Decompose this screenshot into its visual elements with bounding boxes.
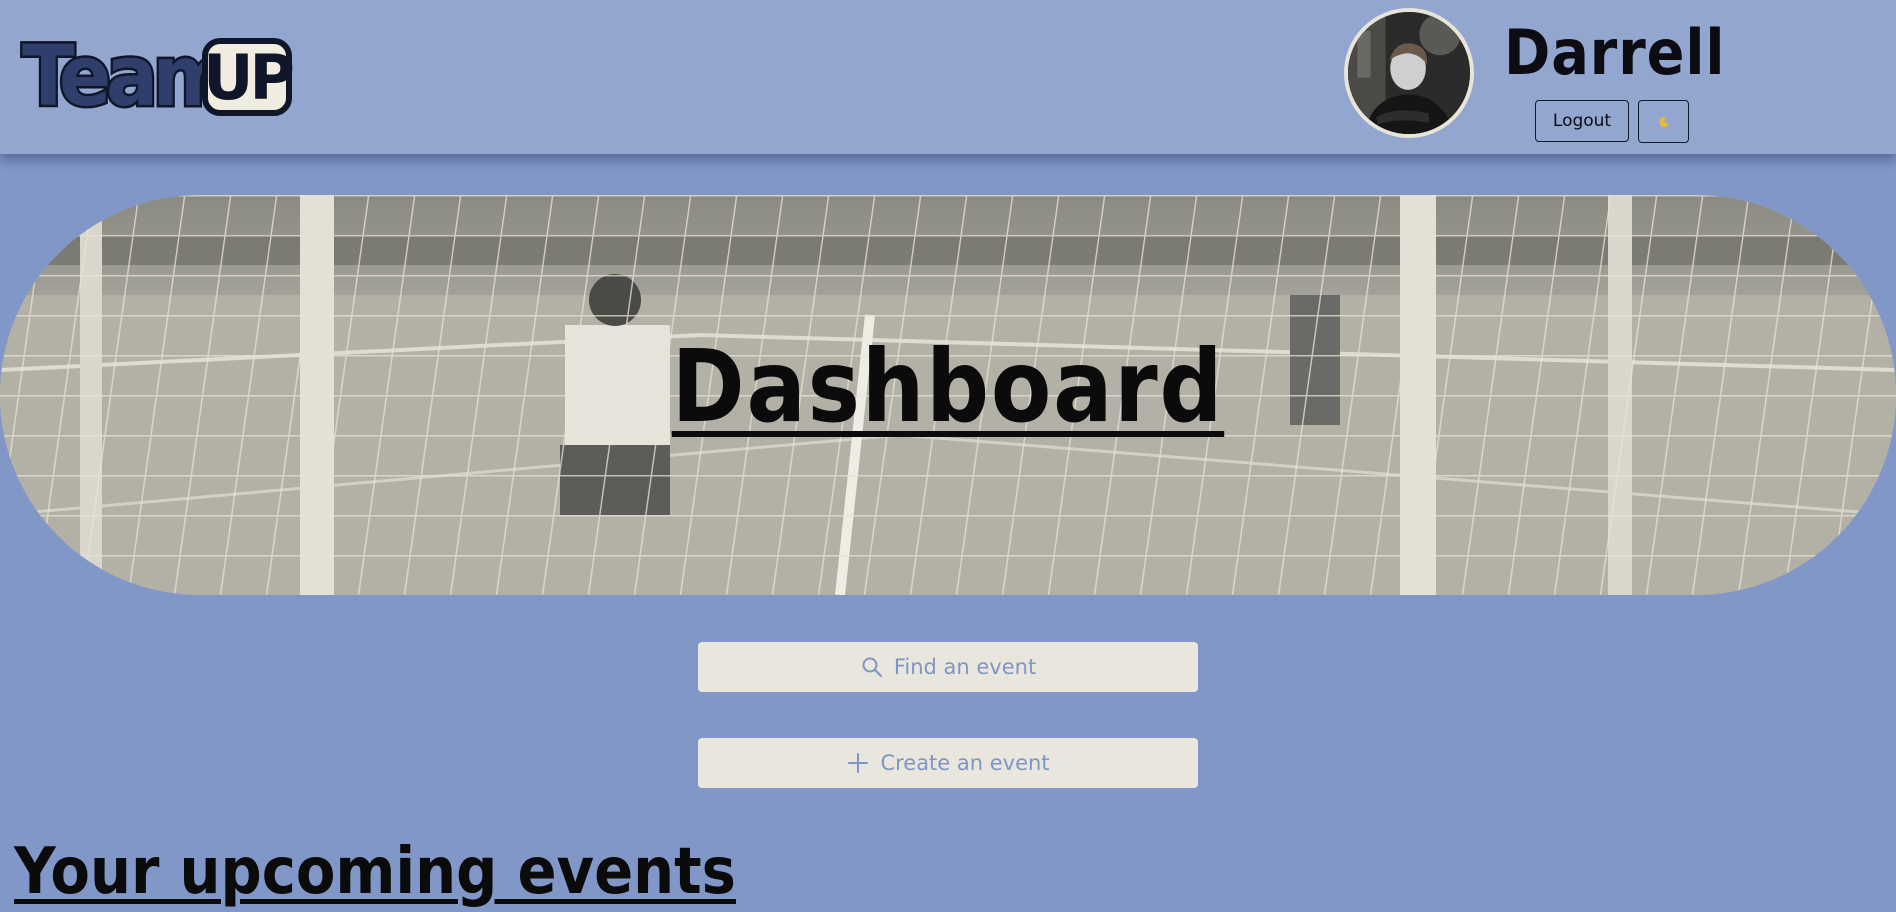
dashboard-hero: Dashboard (0, 195, 1896, 595)
find-event-button[interactable]: Find an event (698, 642, 1198, 692)
logo-up-badge: UP (202, 38, 295, 116)
logout-button[interactable]: Logout (1535, 100, 1629, 142)
search-icon (862, 657, 882, 678)
page-title: Dashboard (671, 328, 1225, 445)
create-event-button[interactable]: Create an event (698, 738, 1198, 788)
avatar[interactable] (1344, 8, 1474, 138)
logo-team-text: Team (20, 27, 236, 125)
user-name: Darrell (1504, 16, 1726, 89)
theme-toggle-button[interactable] (1638, 100, 1689, 143)
plus-icon (848, 753, 869, 773)
moon-icon (1658, 116, 1669, 127)
top-header: Team UP Darrell Logout (0, 0, 1896, 154)
create-event-label: Create an event (880, 751, 1050, 775)
avatar-photo (1348, 12, 1470, 134)
teamup-logo[interactable]: Team UP (20, 27, 295, 125)
find-event-label: Find an event (893, 655, 1037, 679)
upcoming-events-heading: Your upcoming events (14, 835, 736, 909)
